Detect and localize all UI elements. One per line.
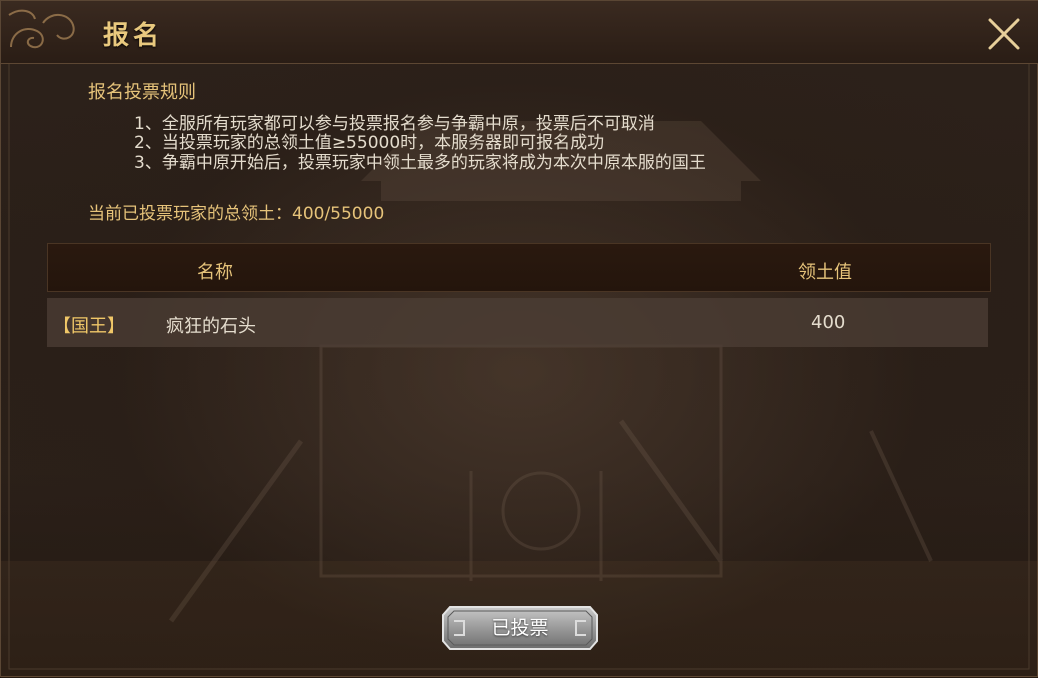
title-bar: 报名	[1, 1, 1038, 64]
voted-button[interactable]: 已投票	[442, 605, 598, 651]
column-territory-header: 领土值	[798, 262, 852, 283]
close-icon	[988, 18, 1020, 50]
close-button[interactable]	[985, 15, 1023, 53]
dialog-title: 报名	[103, 21, 164, 51]
signup-dialog: 报名 报名投票规则 1、全服所有玩家都可以参与投票报名参与争霸中原，投票后不可取…	[0, 0, 1038, 678]
cloud-scroll-ornament-icon	[8, 9, 75, 49]
total-territory-label: 当前已投票玩家的总领土：400/55000	[88, 204, 385, 224]
table-row[interactable]: 【国王】 疯狂的石头 400	[47, 298, 988, 347]
territory-value: 400	[811, 312, 846, 333]
player-name: 疯狂的石头	[166, 316, 256, 337]
rule-1: 1、全服所有玩家都可以参与投票报名参与争霸中原，投票后不可取消	[134, 114, 655, 134]
rule-2: 2、当投票玩家的总领土值≥55000时，本服务器即可报名成功	[134, 133, 605, 153]
king-tag: 【国王】	[53, 316, 125, 337]
rule-3: 3、争霸中原开始后，投票玩家中领土最多的玩家将成为本次中原本服的国王	[134, 153, 706, 173]
column-name-header: 名称	[197, 262, 233, 283]
table-header: 名称 领土值	[47, 243, 991, 292]
voted-button-label: 已投票	[491, 617, 549, 639]
rules-heading: 报名投票规则	[88, 82, 196, 103]
